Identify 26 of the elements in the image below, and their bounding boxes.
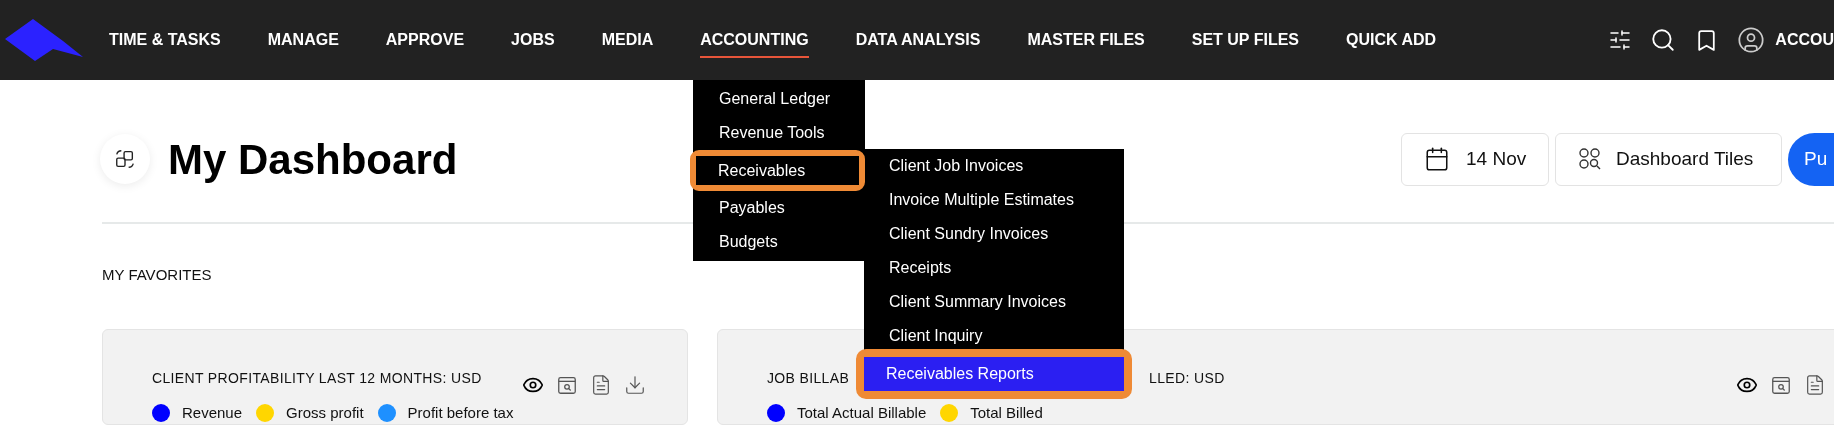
card-title: JOB BILLAB — [767, 368, 850, 388]
legend-label: Total Billed — [970, 402, 1043, 423]
page-title: My Dashboard — [168, 134, 458, 185]
date-button[interactable]: 14 Nov — [1401, 132, 1549, 186]
nav-tab[interactable]: JOBS — [511, 22, 555, 58]
legend-label: Gross profit — [286, 402, 364, 423]
nav-tab[interactable]: SET UP FILES — [1191, 22, 1299, 58]
legend-label: Revenue — [182, 402, 243, 423]
legend-label: Profit before tax — [407, 402, 514, 423]
nav-tab[interactable]: MASTER FILES — [1027, 22, 1145, 58]
submenu-item[interactable]: Receivables Reports — [864, 357, 1124, 391]
nav-tab[interactable]: MANAGE — [267, 22, 339, 58]
dashboard-tiles-button[interactable]: Dashboard Tiles — [1555, 132, 1782, 186]
section-heading: MY FAVORITES — [102, 265, 212, 285]
nav-tab[interactable]: TIME & TASKS — [109, 22, 221, 58]
menu-item[interactable]: Receivables — [696, 156, 859, 185]
nav-tab[interactable]: ACCOUNTING — [700, 22, 809, 58]
account-label[interactable]: ACCOU — [1775, 28, 1834, 52]
card-title: LLED: USD — [1149, 368, 1225, 388]
primary-button[interactable]: Pu — [1788, 132, 1834, 186]
card-title: CLIENT PROFITABILITY LAST 12 MONTHS: USD — [152, 368, 482, 388]
nav-tab[interactable]: DATA ANALYSIS — [855, 22, 981, 58]
legend-label: Total Actual Billable — [797, 402, 927, 423]
nav-tab[interactable]: QUICK ADD — [1346, 22, 1437, 58]
nav-tab[interactable]: APPROVE — [385, 22, 465, 58]
nav-tab[interactable]: MEDIA — [601, 22, 654, 58]
